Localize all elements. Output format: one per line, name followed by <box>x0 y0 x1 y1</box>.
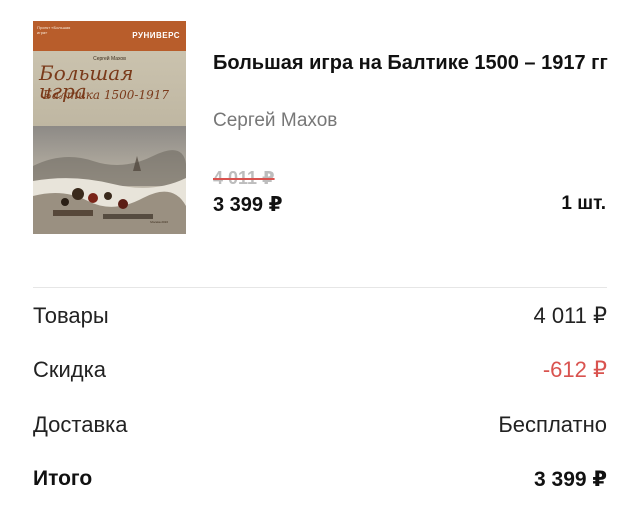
summary-row-goods: Товары 4 011 ₽ <box>33 303 607 333</box>
current-price: 3 399 ₽ <box>213 194 283 216</box>
section-divider <box>33 287 607 288</box>
summary-label: Скидка <box>33 357 106 382</box>
cover-subtitle: Балтика 1500-1917 <box>43 88 169 102</box>
cover-publisher: Москва 2016 <box>150 220 168 224</box>
discount-value: -612 ₽ <box>542 357 607 382</box>
product-title[interactable]: Большая игра на Балтике 1500 – 1917 гг <box>213 48 613 78</box>
summary-value: 4 011 ₽ <box>533 303 607 328</box>
cover-battle-painting <box>33 126 186 234</box>
total-label: Итого <box>33 467 93 490</box>
book-cover-image[interactable]: Проект «Большая игра» РУНИВЕРС Сергей Ма… <box>33 21 186 234</box>
summary-value: Бесплатно <box>498 412 607 437</box>
summary-label: Доставка <box>33 412 128 437</box>
summary-row-discount: Скидка -612 ₽ <box>33 357 607 387</box>
cover-series-note: Проект «Большая игра» <box>37 25 71 35</box>
cart-item: Проект «Большая игра» РУНИВЕРС Сергей Ма… <box>0 0 640 270</box>
product-author: Сергей Махов <box>213 110 338 131</box>
total-value: 3 399 ₽ <box>534 468 607 491</box>
quantity: 1 шт. <box>561 193 606 214</box>
summary-row-delivery: Доставка Бесплатно <box>33 412 607 442</box>
summary-label: Товары <box>33 303 109 328</box>
old-price: 4 011 ₽ <box>213 168 275 188</box>
cover-brand-logo: РУНИВЕРС <box>132 31 180 40</box>
summary-row-total: Итого 3 399 ₽ <box>33 467 607 497</box>
